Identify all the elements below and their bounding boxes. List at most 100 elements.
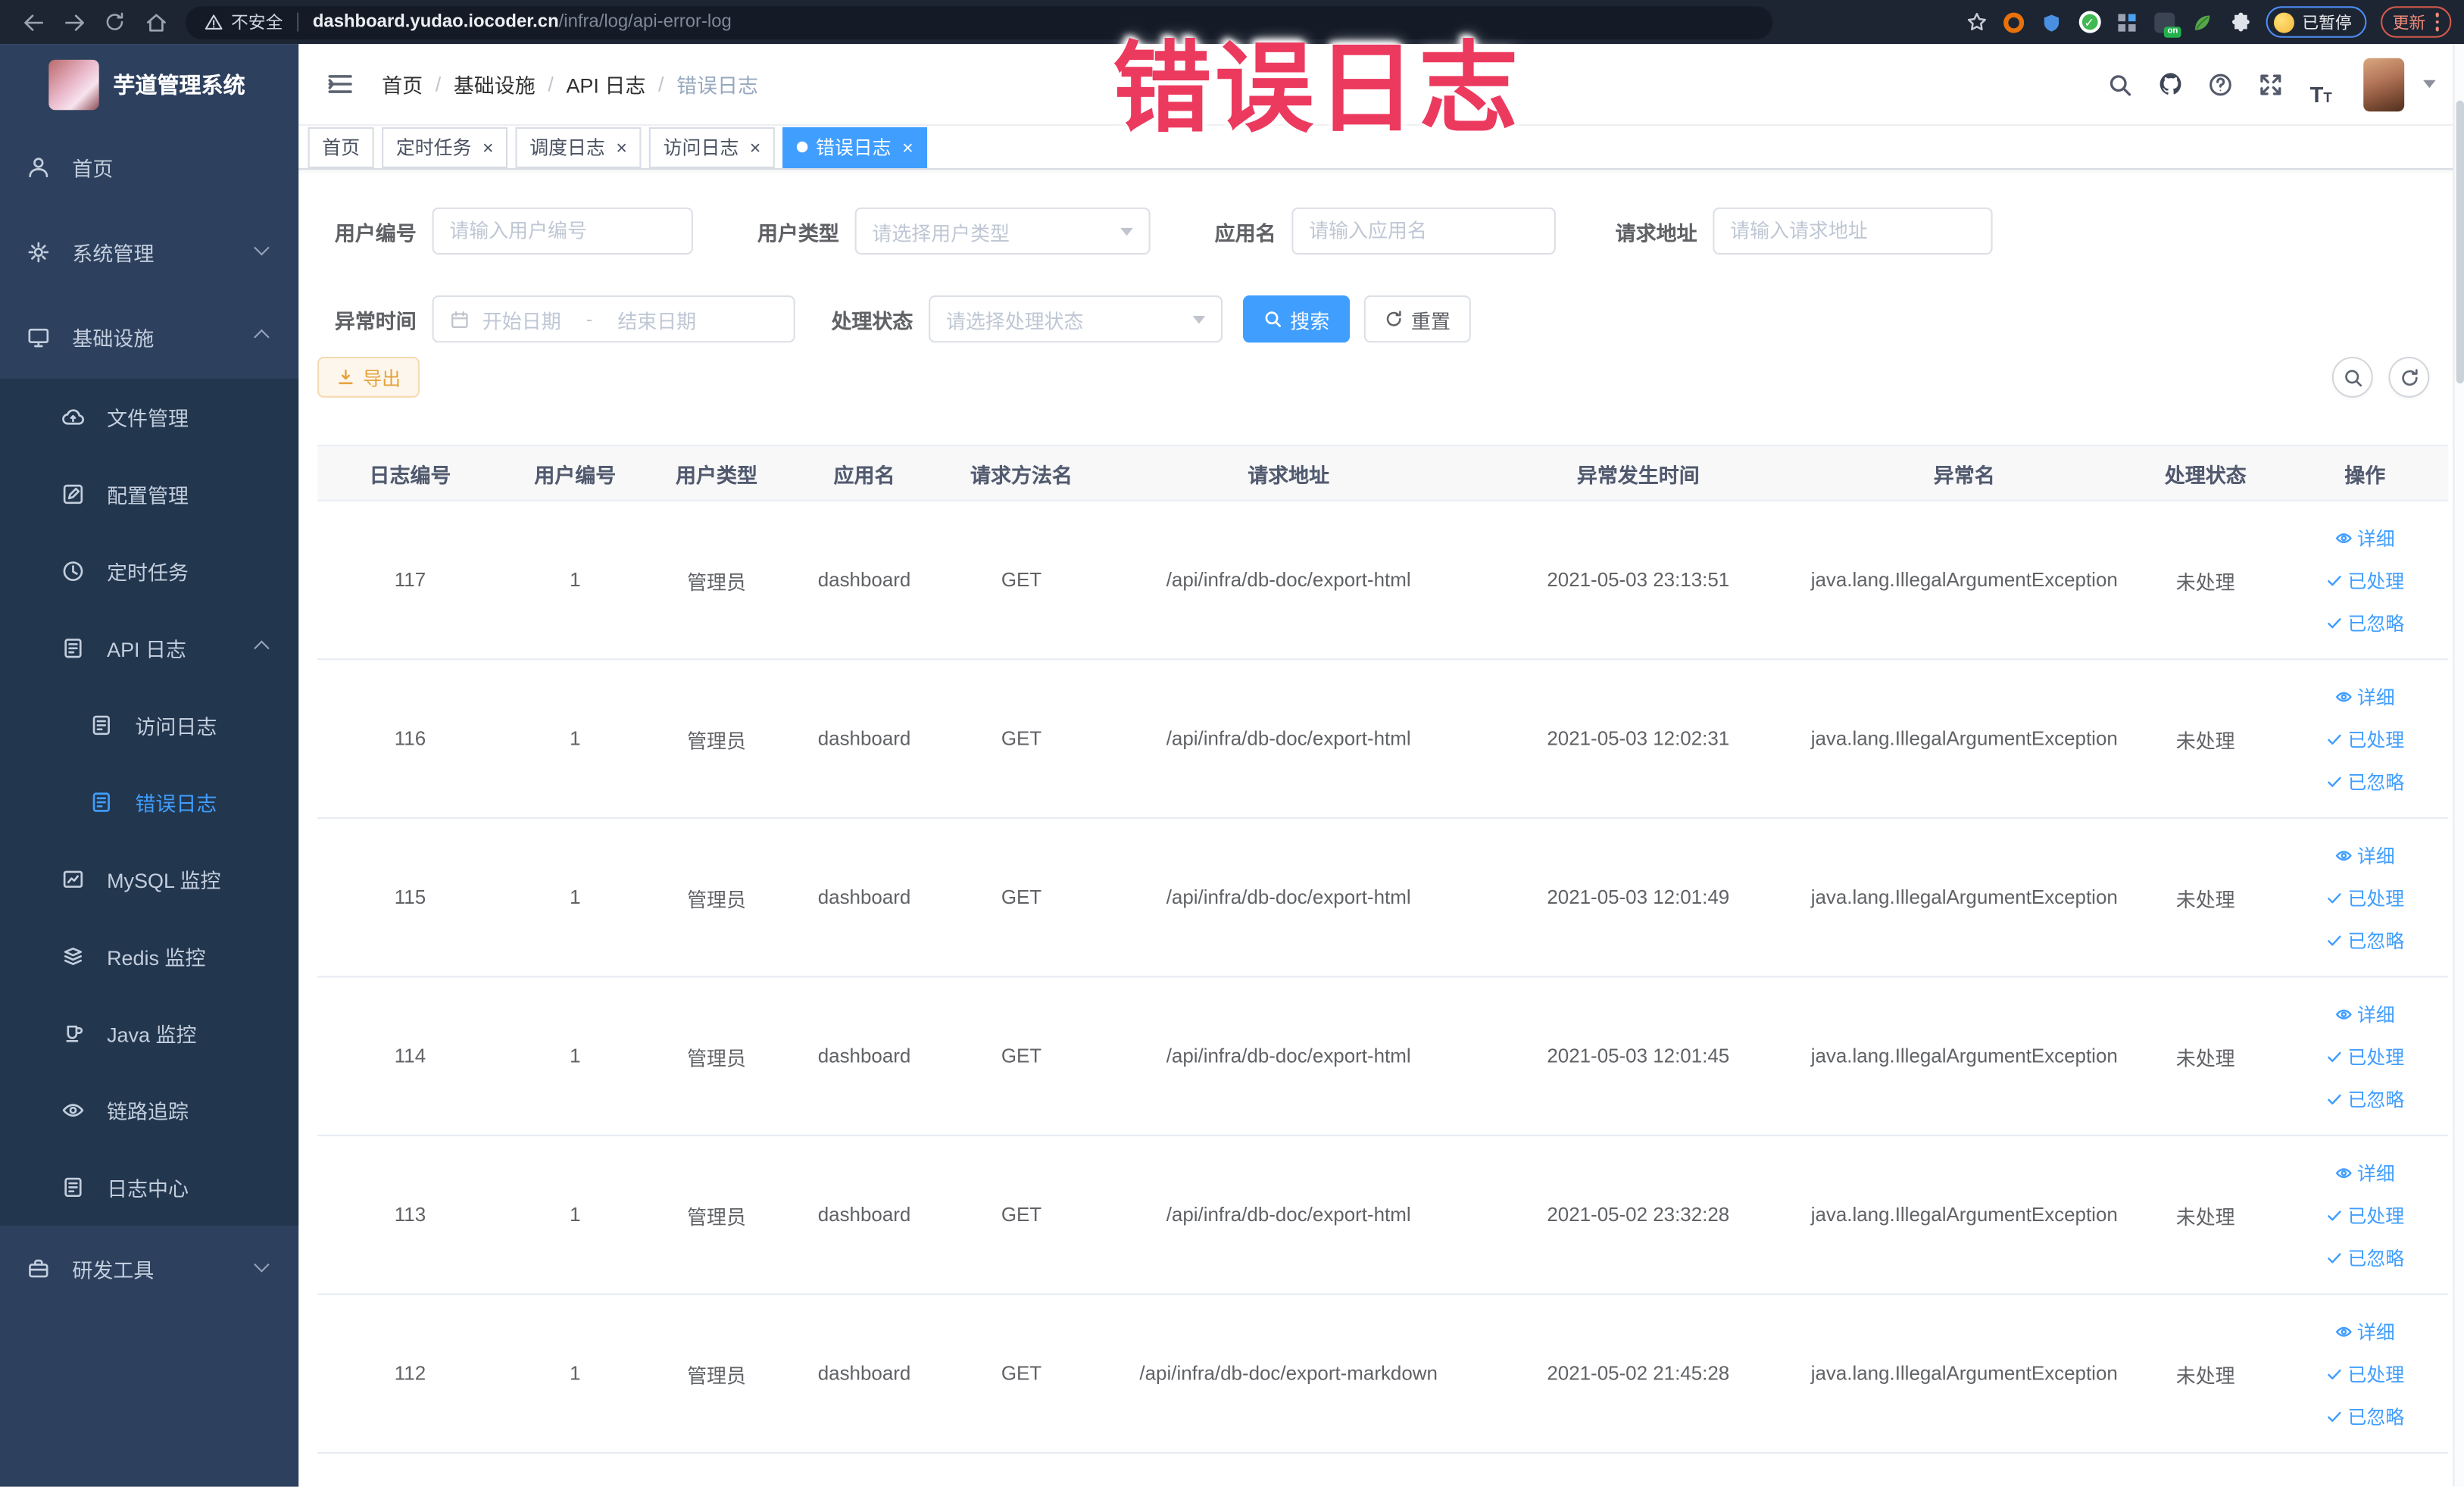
fullscreen-icon[interactable] (2250, 64, 2291, 105)
extension-grid-icon[interactable] (2115, 10, 2138, 33)
edit-icon (61, 483, 85, 506)
breadcrumb-home[interactable]: 首页 (382, 69, 423, 98)
toggle-search-button[interactable] (2331, 356, 2373, 398)
reset-button[interactable]: 重置 (1363, 295, 1471, 343)
tab-1[interactable]: 定时任务 × (382, 127, 508, 167)
tab-4[interactable]: 错误日志 × (782, 127, 928, 167)
sidebar-item-redis[interactable]: Redis 监控 (0, 918, 298, 995)
help-question-icon[interactable] (2200, 64, 2241, 105)
action-detail[interactable]: 详细 (2335, 1310, 2395, 1351)
action-detail[interactable]: 详细 (2335, 1152, 2395, 1193)
action-processed[interactable]: 已处理 (2325, 1353, 2404, 1394)
sidebar-item-gear[interactable]: 系统管理 (0, 209, 298, 294)
url-path: /infra/log/api-error-log (558, 12, 732, 32)
refresh-table-button[interactable] (2388, 356, 2430, 398)
tab-close-icon[interactable]: × (902, 138, 913, 157)
browser-reload-icon[interactable] (94, 5, 135, 39)
table-row-117: 117 1 管理员 dashboard GET/api/infra/db-doc/exp… (317, 501, 2449, 661)
cell-method: GET (1001, 1045, 1042, 1067)
address-bar[interactable]: 不安全 dashboard.yudao.iocoder.cn /infra/lo… (185, 5, 1773, 39)
action-detail[interactable]: 详细 (2335, 517, 2395, 558)
sidebar-item-toolbox[interactable]: 研发工具 (0, 1226, 298, 1310)
sidebar-item-eye[interactable]: 链路追踪 (0, 1072, 298, 1149)
scrollbar-thumb[interactable] (2456, 100, 2464, 384)
app-name-input[interactable] (1291, 207, 1556, 255)
action-detail[interactable]: 详细 (2335, 835, 2395, 876)
tab-close-icon[interactable]: × (750, 138, 761, 157)
action-processed[interactable]: 已处理 (2325, 560, 2404, 601)
browser-forward-icon[interactable] (54, 5, 95, 39)
font-size-icon[interactable]: TT (2300, 64, 2341, 105)
cell-user_id: 1 (570, 1045, 581, 1067)
process-status-select[interactable]: 请选择处理状态 (929, 295, 1223, 343)
tab-2[interactable]: 调度日志 × (515, 127, 642, 167)
user-id-input[interactable] (432, 207, 693, 255)
action-processed[interactable]: 已处理 (2325, 1036, 2404, 1076)
check-icon (2328, 1252, 2341, 1263)
action-processed[interactable]: 已处理 (2325, 1195, 2404, 1236)
sidebar-item-log-13[interactable]: 日志中心 (0, 1149, 298, 1226)
avatar-caret-icon[interactable] (2423, 80, 2436, 89)
sidebar-item-db[interactable]: MySQL 监控 (0, 841, 298, 918)
page-scrollbar[interactable] (2453, 44, 2464, 1487)
breadcrumb-infra[interactable]: 基础设施 (454, 69, 536, 98)
action-ignored[interactable]: 已忽略 (2325, 1395, 2404, 1436)
browser-profile-chip[interactable]: 已暂停 (2266, 6, 2366, 38)
sidebar-item-monitor[interactable]: 基础设施 (0, 294, 298, 379)
extension-vue-devtools-icon[interactable]: ✓ (2078, 10, 2101, 33)
header-search-icon[interactable] (2100, 64, 2141, 105)
user-avatar[interactable] (2363, 57, 2405, 111)
browser-menu-icon[interactable] (2434, 13, 2439, 31)
action-label: 详细 (2356, 845, 2395, 867)
app-logo[interactable]: 芋道管理系统 (0, 44, 298, 124)
calendar-icon (449, 309, 470, 330)
sidebar-item-log-8[interactable]: 错误日志 (0, 764, 298, 841)
hamburger-icon[interactable] (322, 67, 357, 102)
cloud-icon (61, 405, 85, 429)
export-button[interactable]: 导出 (317, 356, 420, 398)
browser-update-button[interactable]: 更新 (2380, 6, 2452, 38)
search-button[interactable]: 搜索 (1243, 295, 1351, 343)
tab-close-icon[interactable]: × (616, 138, 627, 157)
sidebar-item-edit[interactable]: 配置管理 (0, 456, 298, 533)
extension-switch-on-icon[interactable]: on (2153, 10, 2181, 37)
extension-leaf-icon[interactable] (2191, 10, 2214, 33)
cell-app: dashboard (817, 1362, 911, 1385)
sidebar-item-java[interactable]: Java 监控 (0, 995, 298, 1072)
filter-label-user-type: 用户类型 (757, 220, 839, 245)
sidebar-item-people[interactable]: 首页 (0, 124, 298, 209)
browser-home-icon[interactable] (135, 5, 176, 39)
column-header-0: 日志编号 (369, 462, 451, 487)
action-ignored[interactable]: 已忽略 (2325, 1237, 2404, 1278)
extensions-puzzle-icon[interactable] (2228, 10, 2252, 33)
tab-0[interactable]: 首页 (308, 127, 374, 167)
user-type-select[interactable]: 请选择用户类型 (854, 207, 1151, 255)
github-icon[interactable] (2150, 64, 2191, 105)
breadcrumb-api-log[interactable]: API 日志 (566, 69, 645, 98)
action-ignored[interactable]: 已忽略 (2325, 602, 2404, 643)
action-ignored[interactable]: 已忽略 (2325, 920, 2404, 961)
action-ignored[interactable]: 已忽略 (2325, 1078, 2404, 1119)
sidebar-item-log-7[interactable]: 访问日志 (0, 687, 298, 764)
sidebar-item-label: 访问日志 (135, 714, 217, 739)
action-processed[interactable]: 已处理 (2325, 718, 2404, 759)
table-row-113: 113 1 管理员 dashboard GET/api/infra/db-doc/exp… (317, 1136, 2449, 1295)
sidebar-item-log-6[interactable]: API 日志 (0, 610, 298, 687)
cell-user_type: 管理员 (687, 1206, 746, 1229)
action-processed[interactable]: 已处理 (2325, 877, 2404, 918)
sidebar-item-cloud[interactable]: 文件管理 (0, 379, 298, 456)
action-ignored[interactable]: 已忽略 (2325, 761, 2404, 801)
request-url-input[interactable] (1713, 207, 1993, 255)
tab-label: 错误日志 (815, 136, 892, 159)
exception-time-range-picker[interactable]: 开始日期 - 结束日期 (432, 295, 795, 343)
sidebar-item-clock[interactable]: 定时任务 (0, 533, 298, 610)
extension-shield-icon[interactable] (2040, 10, 2063, 33)
bookmark-star-icon[interactable] (1964, 10, 1988, 33)
browser-back-icon[interactable] (13, 5, 54, 39)
action-detail[interactable]: 详细 (2335, 993, 2395, 1034)
range-end-placeholder: 结束日期 (617, 310, 697, 333)
extension-adblock-icon[interactable] (2002, 10, 2025, 33)
tab-3[interactable]: 访问日志 × (648, 127, 776, 167)
action-detail[interactable]: 详细 (2335, 676, 2395, 717)
tab-close-icon[interactable]: × (482, 138, 494, 157)
